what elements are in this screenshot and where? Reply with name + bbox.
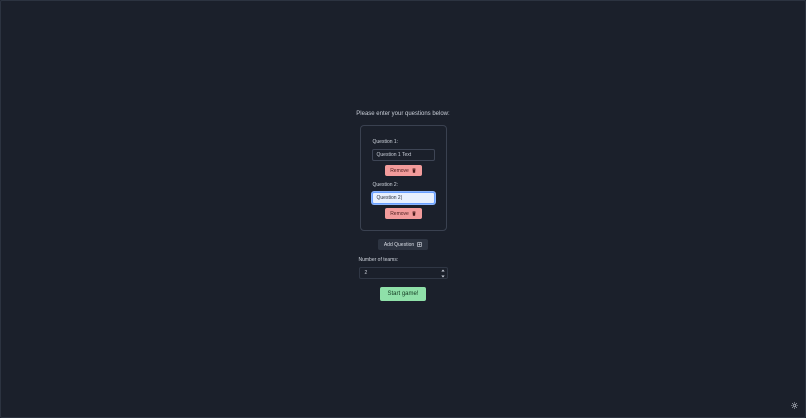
sun-icon[interactable] (791, 402, 798, 409)
teams-label: Number of teams: (358, 257, 399, 263)
teams-field: Number of teams: 2 (358, 257, 448, 279)
question-block-2: Question 2: Question 2| Remove (371, 182, 435, 219)
question-input-1[interactable]: Question 1 Text (371, 149, 435, 161)
remove-question-2-button[interactable]: Remove (384, 208, 422, 219)
add-question-button[interactable]: Add Question (378, 239, 428, 250)
question-input-value: Question 1 Text (376, 152, 412, 158)
remove-button-label: Remove (390, 210, 409, 217)
trash-icon (412, 168, 416, 173)
instructions-text: Please enter your questions below: (356, 111, 450, 117)
question-block-1: Question 1: Question 1 Text Remove (371, 139, 435, 176)
question-input-value: Question 2| (376, 195, 402, 201)
plus-square-icon (417, 242, 423, 247)
teams-value: 2 (364, 270, 368, 276)
remove-button-label: Remove (390, 167, 409, 174)
chevron-down-icon[interactable] (440, 275, 445, 278)
question-label: Question 1: (372, 139, 399, 145)
question-form: Please enter your questions below: Quest… (0, 111, 806, 301)
teams-stepper[interactable] (440, 269, 445, 278)
teams-number-input[interactable]: 2 (358, 267, 448, 279)
question-input-2[interactable]: Question 2| (371, 192, 435, 204)
trash-icon (412, 211, 416, 216)
add-question-label: Add Question (383, 241, 415, 248)
remove-question-1-button[interactable]: Remove (384, 165, 422, 176)
chevron-up-icon[interactable] (440, 269, 445, 272)
start-game-button[interactable]: Start game! (380, 287, 426, 301)
questions-card: Question 1: Question 1 Text Remove Quest… (359, 125, 447, 231)
question-label: Question 2: (372, 182, 399, 188)
